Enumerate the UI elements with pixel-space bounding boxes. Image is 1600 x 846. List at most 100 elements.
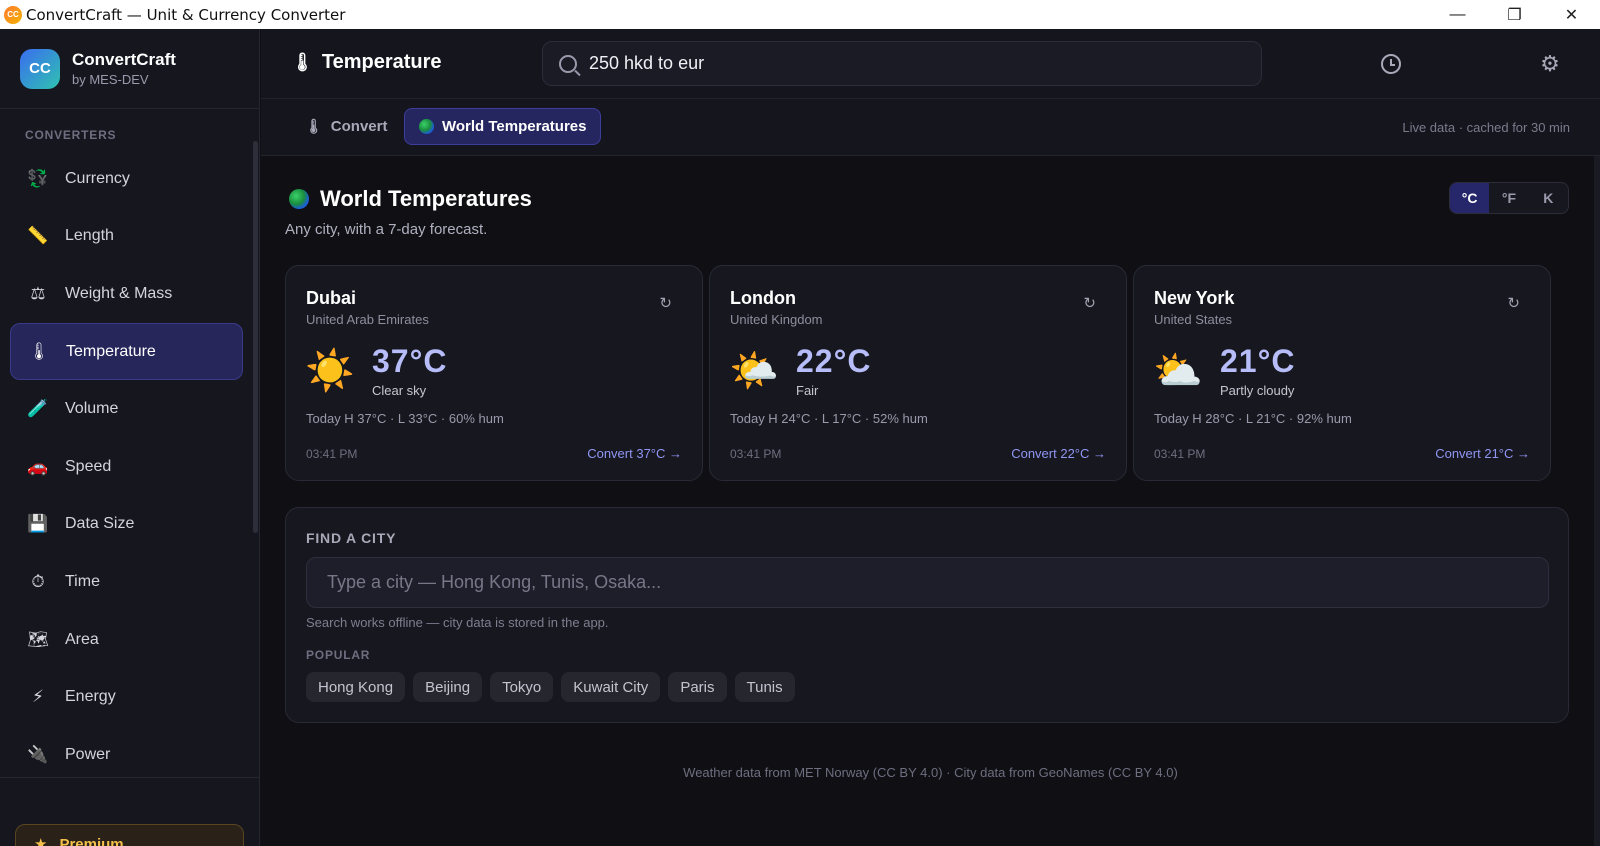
popular-city-chip[interactable]: Kuwait City bbox=[561, 672, 661, 702]
search-input[interactable]: 250 hkd to eur bbox=[542, 41, 1262, 86]
sidebar-item-weight-mass[interactable]: ⚖ Weight & Mass bbox=[10, 265, 243, 323]
sidebar-item-label: Time bbox=[65, 572, 100, 590]
sidebar-item-label: Length bbox=[65, 227, 114, 245]
thermometer-icon: 🌡 bbox=[305, 118, 323, 134]
refresh-icon[interactable]: ↻ bbox=[1083, 294, 1096, 312]
convert-link[interactable]: Convert 22°C → bbox=[1011, 446, 1106, 461]
popular-city-chip[interactable]: Paris bbox=[668, 672, 727, 702]
tab-bar: 🌡 Convert World Temperatures Live data ·… bbox=[261, 99, 1600, 156]
sidebar-item-currency[interactable]: 💱 Currency bbox=[10, 150, 243, 208]
sun-icon: ☀️ bbox=[305, 348, 355, 393]
refresh-icon[interactable]: ↻ bbox=[659, 294, 672, 312]
unit-option-fahrenheit[interactable]: °F bbox=[1489, 183, 1528, 213]
convert-link[interactable]: Convert 37°C → bbox=[587, 446, 682, 461]
stopwatch-icon: ⏱ bbox=[31, 571, 45, 591]
map-icon: 🗺 bbox=[27, 629, 49, 649]
sidebar-item-label: Data Size bbox=[65, 515, 135, 533]
city-search-input[interactable]: Type a city — Hong Kong, Tunis, Osaka... bbox=[306, 557, 1549, 608]
test-tube-icon: 🧪 bbox=[27, 399, 49, 419]
plug-icon: 🔌 bbox=[27, 744, 49, 764]
sidebar-item-label: Speed bbox=[65, 457, 112, 475]
page-title-text: Temperature bbox=[321, 51, 442, 73]
sidebar-item-label: Area bbox=[65, 630, 99, 648]
partly-cloudy-icon: ⛅ bbox=[1153, 348, 1203, 393]
app-icon: CC bbox=[4, 5, 22, 24]
city-card: London United Kingdom ↻ 🌤️ 22°C Fair Today H 2… bbox=[709, 265, 1127, 481]
settings-button[interactable]: ⚙ bbox=[1537, 51, 1563, 77]
sidebar-item-data-size[interactable]: 💾 Data Size bbox=[10, 496, 243, 554]
sidebar-item-label: Power bbox=[65, 745, 111, 763]
unit-option-kelvin[interactable]: K bbox=[1529, 183, 1568, 213]
thermometer-icon: 🌡 bbox=[291, 52, 314, 72]
sidebar: CC ConvertCraft by MES-DEV CONVERTERS 💱 C… bbox=[0, 29, 260, 846]
updated-time: 03:41 PM bbox=[306, 447, 358, 461]
app-author: by MES-DEV bbox=[72, 72, 149, 87]
history-button[interactable] bbox=[1378, 51, 1404, 77]
close-button[interactable]: ✕ bbox=[1543, 0, 1600, 29]
sidebar-scrollbar[interactable] bbox=[253, 141, 258, 533]
current-temperature: 21°C bbox=[1220, 343, 1296, 379]
sidebar-item-label: Volume bbox=[65, 400, 119, 418]
thermometer-icon: 🌡 bbox=[28, 341, 50, 361]
sidebar-item-volume[interactable]: 🧪 Volume bbox=[10, 380, 243, 438]
convert-link[interactable]: Convert 21°C → bbox=[1435, 446, 1530, 461]
find-city-hint: Search works offline — city data is stor… bbox=[306, 615, 609, 630]
premium-button[interactable]: ★ Premium bbox=[15, 824, 244, 846]
popular-label: POPULAR bbox=[306, 648, 371, 662]
sun-behind-cloud-icon: 🌤️ bbox=[729, 348, 779, 393]
divider bbox=[0, 777, 260, 778]
star-icon: ★ bbox=[34, 836, 48, 846]
converters-section-label: CONVERTERS bbox=[25, 128, 117, 142]
unit-option-celsius[interactable]: °C bbox=[1450, 183, 1490, 213]
app-logo: CC bbox=[20, 48, 60, 89]
popular-city-chip[interactable]: Tokyo bbox=[490, 672, 554, 702]
tab-world-temperatures[interactable]: World Temperatures bbox=[404, 108, 602, 145]
city-card: New York United States ↻ ⛅ 21°C Partly cloudy… bbox=[1133, 265, 1551, 481]
updated-time: 03:41 PM bbox=[730, 447, 782, 461]
sidebar-item-time[interactable]: ⏱ Time bbox=[10, 553, 243, 611]
popular-city-chip[interactable]: Tunis bbox=[734, 672, 795, 702]
today-details: Today H 28°C · L 21°C · 92% hum bbox=[1154, 411, 1352, 426]
current-temperature: 37°C bbox=[372, 343, 448, 379]
floppy-disk-icon: 💾 bbox=[27, 514, 49, 534]
popular-city-chip[interactable]: Beijing bbox=[413, 672, 483, 702]
ruler-icon: 📏 bbox=[27, 226, 49, 246]
search-icon bbox=[559, 54, 577, 73]
sidebar-item-speed[interactable]: 🚗 Speed bbox=[10, 438, 243, 496]
section-title-text: World Temperatures bbox=[320, 186, 532, 211]
sidebar-item-label: Energy bbox=[65, 688, 116, 706]
country-name: United Arab Emirates bbox=[306, 312, 429, 327]
popular-city-chip[interactable]: Hong Kong bbox=[306, 672, 406, 702]
sidebar-item-area[interactable]: 🗺 Area bbox=[10, 611, 243, 669]
window-controls: — ❐ ✕ bbox=[1429, 0, 1600, 29]
globe-icon bbox=[419, 119, 434, 134]
tab-world-label: World Temperatures bbox=[442, 118, 587, 135]
car-icon: 🚗 bbox=[27, 456, 49, 476]
maximize-button[interactable]: ❐ bbox=[1486, 0, 1543, 29]
find-city-label: FIND A CITY bbox=[306, 530, 397, 546]
unit-toggle: °C °F K bbox=[1449, 182, 1569, 214]
search-value[interactable]: 250 hkd to eur bbox=[589, 53, 704, 74]
city-card: Dubai United Arab Emirates ↻ ☀️ 37°C Clear sk… bbox=[285, 265, 703, 481]
sidebar-item-energy[interactable]: ⚡ Energy bbox=[10, 668, 243, 726]
tab-convert-label: Convert bbox=[330, 118, 388, 135]
lightning-icon: ⚡ bbox=[32, 687, 44, 707]
sidebar-item-label: Weight & Mass bbox=[65, 284, 173, 302]
main-scrollbar[interactable] bbox=[1594, 156, 1600, 846]
sidebar-item-length[interactable]: 📏 Length bbox=[10, 208, 243, 266]
minimize-button[interactable]: — bbox=[1429, 0, 1486, 29]
refresh-icon[interactable]: ↻ bbox=[1507, 294, 1520, 312]
history-icon bbox=[1381, 54, 1401, 74]
updated-time: 03:41 PM bbox=[1154, 447, 1206, 461]
globe-icon bbox=[289, 189, 309, 209]
currency-exchange-icon: 💱 bbox=[27, 168, 49, 188]
sidebar-item-label: Currency bbox=[65, 169, 130, 187]
window-titlebar: CC ConvertCraft — Unit & Currency Conver… bbox=[0, 0, 1600, 29]
sidebar-item-power[interactable]: 🔌 Power bbox=[10, 726, 243, 784]
tab-convert[interactable]: 🌡 Convert bbox=[291, 108, 401, 145]
find-city-panel: FIND A CITY Type a city — Hong Kong, Tun… bbox=[285, 507, 1569, 723]
city-cards: Dubai United Arab Emirates ↻ ☀️ 37°C Clear sk… bbox=[285, 265, 1569, 481]
sidebar-item-temperature[interactable]: 🌡 Temperature bbox=[10, 322, 243, 381]
converter-nav: 💱 Currency 📏 Length ⚖ Weight & Mass 🌡 Temperatu… bbox=[10, 150, 243, 784]
window-title: ConvertCraft — Unit & Currency Converter bbox=[26, 5, 346, 24]
